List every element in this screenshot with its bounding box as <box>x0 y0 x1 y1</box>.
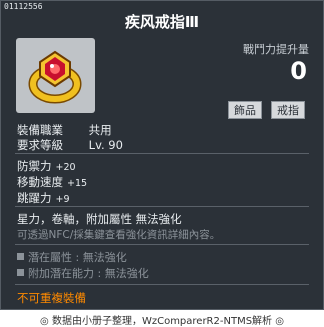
job-value: 共用 <box>88 123 112 137</box>
combat-power-label: 戰鬥力提升量 <box>243 43 309 56</box>
divider <box>15 284 309 285</box>
category-tag: 飾品 <box>228 101 262 119</box>
potential-label: 潛在屬性 <box>28 251 72 264</box>
stat-row: 防禦力 +20 <box>17 158 76 174</box>
divider <box>15 206 309 207</box>
divider <box>15 244 309 245</box>
bonus-potential-row: 附加潛在能力 : 無法強化 <box>17 265 149 281</box>
ring-icon <box>28 50 82 104</box>
type-tag: 戒指 <box>271 101 305 119</box>
stat-row: 移動速度 +15 <box>17 174 87 190</box>
stat-value: +9 <box>55 194 70 205</box>
item-id: 01112556 <box>4 2 43 11</box>
bonus-potential-label: 附加潛在能力 <box>28 267 94 280</box>
combat-power-value: 0 <box>290 57 307 85</box>
stat-label: 移動速度 <box>17 175 63 189</box>
item-tooltip: 01112556 疾风戒指Ⅲ 戰鬥力提升量 0 飾品 戒指 裝備職業 共用 要求… <box>0 0 324 310</box>
item-title: 疾风戒指Ⅲ <box>124 13 200 31</box>
stat-label: 防禦力 <box>17 159 52 173</box>
stat-label: 跳躍力 <box>17 191 52 205</box>
divider <box>15 153 309 154</box>
job-row: 裝備職業 共用 <box>17 122 112 138</box>
potential-value: 無法強化 <box>82 251 127 264</box>
job-label: 裝備職業 <box>17 123 63 137</box>
potential-bullet-icon <box>17 253 24 260</box>
level-row: 要求等級 Lv. 90 <box>17 137 123 153</box>
level-value: Lv. 90 <box>88 138 123 152</box>
enhance-note: 星力，卷軸，附加屬性 無法強化 <box>17 212 182 226</box>
stat-value: +15 <box>67 178 88 189</box>
stat-value: +20 <box>55 162 76 173</box>
bonus-potential-value: 無法強化 <box>104 267 149 280</box>
bonus-potential-bullet-icon <box>17 269 24 276</box>
unique-equip-note: 不可重複裝備 <box>17 291 86 305</box>
potential-row: 潛在屬性 : 無法強化 <box>17 249 127 265</box>
enhance-hint: 可透過NFC/採集鍵查看強化資訊詳細內容。 <box>17 229 221 241</box>
stat-row: 跳躍力 +9 <box>17 190 70 206</box>
level-label: 要求等級 <box>17 138 63 152</box>
item-icon-frame <box>16 38 95 113</box>
